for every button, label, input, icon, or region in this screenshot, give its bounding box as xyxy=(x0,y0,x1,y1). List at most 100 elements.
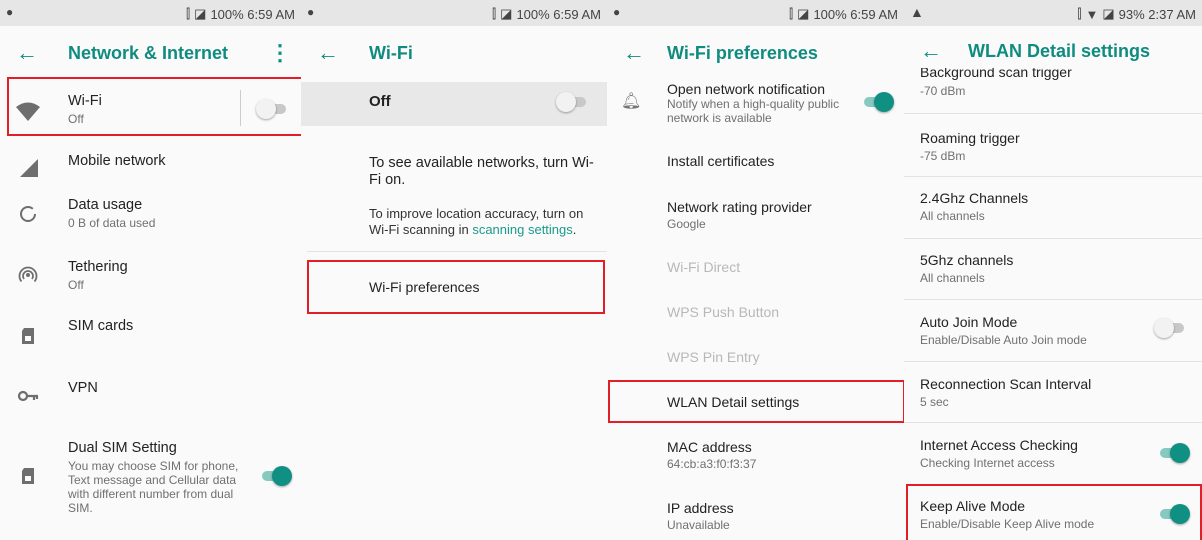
app-bar: ← Wi-Fi preferences xyxy=(607,26,904,82)
highlight-box xyxy=(608,380,904,423)
highlight-box xyxy=(307,260,605,314)
app-bar: ← WLAN Detail settings xyxy=(904,26,1202,68)
channels-5ghz-item[interactable]: 5Ghz channels All channels xyxy=(904,246,1202,296)
status-text: 100% 6:59 AM xyxy=(210,6,295,22)
auto-join-mode-label: Auto Join Mode xyxy=(920,314,1018,330)
notification-dot-icon: ● xyxy=(613,5,621,19)
internet-access-checking-label: Internet Access Checking xyxy=(920,437,1078,453)
app-bar: ← Network & Internet ⋮ xyxy=(0,26,301,82)
no-sim-icon: ◪ xyxy=(797,6,810,21)
status-text: 100% 6:59 AM xyxy=(813,6,898,22)
reconnection-scan-interval-label: Reconnection Scan Interval xyxy=(920,376,1092,392)
background-scan-trigger-label: Background scan trigger xyxy=(920,68,1072,80)
install-certificates-item[interactable]: Install certificates xyxy=(607,142,904,182)
vibrate-icon: ⫿ xyxy=(788,6,794,21)
wps-pin-entry-item: WPS Pin Entry xyxy=(607,340,904,380)
roaming-trigger-label: Roaming trigger xyxy=(920,130,1020,146)
ip-address-value: Unavailable xyxy=(667,518,730,532)
open-network-notification-toggle[interactable] xyxy=(860,92,894,112)
hotspot-icon xyxy=(18,266,38,283)
sim-cards-item[interactable]: SIM cards xyxy=(0,310,301,360)
reconnection-scan-interval-item[interactable]: Reconnection Scan Interval 5 sec xyxy=(904,370,1202,420)
divider xyxy=(904,176,1202,177)
no-sim-icon: ◪ xyxy=(194,6,207,21)
dual-sim-label: Dual SIM Setting xyxy=(68,440,177,456)
network-rating-provider-label: Network rating provider xyxy=(667,199,812,215)
open-network-notification-item[interactable]: 🔔︎ Open network notification Notify when… xyxy=(607,78,904,132)
highlight-box xyxy=(906,484,1202,540)
channels-5ghz-value: All channels xyxy=(920,271,985,285)
mobile-network-label: Mobile network xyxy=(68,153,166,169)
wifi-master-switch[interactable]: Off xyxy=(301,82,607,126)
notification-dot-icon: ● xyxy=(307,5,315,19)
data-usage-item[interactable]: Data usage 0 B of data used xyxy=(0,190,301,246)
wps-pin-entry-label: WPS Pin Entry xyxy=(667,349,760,365)
mobile-network-item[interactable]: Mobile network xyxy=(0,140,301,190)
data-usage-sub: 0 B of data used xyxy=(68,216,156,230)
auto-join-mode-item[interactable]: Auto Join Mode Enable/Disable Auto Join … xyxy=(904,308,1202,358)
roaming-trigger-item[interactable]: Roaming trigger -75 dBm xyxy=(904,123,1202,173)
back-arrow-icon[interactable]: ← xyxy=(16,40,38,66)
scanning-message: To improve location accuracy, turn on Wi… xyxy=(369,206,601,238)
status-text: 93% 2:37 AM xyxy=(1118,6,1196,22)
vpn-item[interactable]: VPN xyxy=(0,368,301,418)
sim-icon xyxy=(22,468,34,484)
open-network-notification-sub: Notify when a high-quality public networ… xyxy=(667,97,840,125)
no-sim-icon: ◪ xyxy=(1102,6,1115,21)
network-internet-screen: ● ⫿ ◪ 100% 6:59 AM ← Network & Internet … xyxy=(0,0,301,540)
auto-join-mode-toggle[interactable] xyxy=(1154,318,1188,338)
back-arrow-icon[interactable]: ← xyxy=(920,38,942,64)
page-title: Wi-Fi preferences xyxy=(667,43,818,63)
vibrate-icon: ⫿ xyxy=(1077,6,1082,21)
dual-sim-item[interactable]: Dual SIM Setting You may choose SIM for … xyxy=(0,434,301,524)
wifi-master-label: Off xyxy=(369,93,391,110)
status-bar: ● ⫿ ◪ 100% 6:59 AM xyxy=(607,0,904,26)
signal-icon xyxy=(20,159,38,177)
notification-dot-icon: ● xyxy=(6,5,14,19)
wifi-direct-label: Wi-Fi Direct xyxy=(667,259,741,275)
highlight-box xyxy=(7,77,301,136)
status-bar: ▲ ⫿ ▼ ◪ 93% 2:37 AM xyxy=(904,0,1202,26)
warning-icon: ▲ xyxy=(910,4,924,20)
wps-push-button-item: WPS Push Button xyxy=(607,295,904,335)
roaming-trigger-value: -75 dBm xyxy=(920,149,966,163)
internet-access-checking-item[interactable]: Internet Access Checking Checking Intern… xyxy=(904,431,1202,481)
divider xyxy=(904,113,1202,114)
status-bar: ● ⫿ ◪ 100% 6:59 AM xyxy=(301,0,607,26)
tethering-status: Off xyxy=(68,278,84,292)
wifi-status-icon: ▼ xyxy=(1085,6,1099,22)
channels-24ghz-label: 2.4Ghz Channels xyxy=(920,190,1029,206)
app-bar: ← Wi-Fi xyxy=(301,26,607,82)
no-sim-icon: ◪ xyxy=(500,6,513,21)
sim-icon xyxy=(22,328,34,344)
channels-24ghz-value: All channels xyxy=(920,209,985,223)
vibrate-icon: ⫿ xyxy=(491,6,497,21)
page-title: Network & Internet xyxy=(68,43,229,63)
vpn-label: VPN xyxy=(68,380,98,396)
overflow-menu-icon[interactable]: ⋮ xyxy=(269,40,291,66)
wifi-screen: ● ⫿ ◪ 100% 6:59 AM ← Wi-Fi Off To see av… xyxy=(301,0,607,540)
channels-24ghz-item[interactable]: 2.4Ghz Channels All channels xyxy=(904,184,1202,234)
wifi-notification-icon: 🔔︎ xyxy=(621,93,642,110)
back-arrow-icon[interactable]: ← xyxy=(623,40,645,66)
divider xyxy=(307,251,607,252)
divider xyxy=(904,361,1202,362)
internet-access-checking-toggle[interactable] xyxy=(1156,443,1190,463)
page-title: Wi-Fi xyxy=(369,43,413,63)
channels-5ghz-label: 5Ghz channels xyxy=(920,252,1014,268)
wifi-master-toggle[interactable] xyxy=(556,92,590,112)
network-rating-provider-item[interactable]: Network rating provider Google xyxy=(607,190,904,240)
back-arrow-icon[interactable]: ← xyxy=(317,40,339,66)
mac-address-value: 64:cb:a3:f0:f3:37 xyxy=(667,457,757,471)
divider xyxy=(904,238,1202,239)
dual-sim-toggle[interactable] xyxy=(258,466,292,486)
status-text: 100% 6:59 AM xyxy=(516,6,601,22)
tethering-item[interactable]: Tethering Off xyxy=(0,250,301,306)
ip-address-item: IP address Unavailable xyxy=(607,492,904,540)
background-scan-trigger-item[interactable]: Background scan trigger -70 dBm xyxy=(904,68,1202,112)
wifi-preferences-screen: ● ⫿ ◪ 100% 6:59 AM ← Wi-Fi preferences 🔔… xyxy=(607,0,904,540)
scanning-settings-link[interactable]: scanning settings xyxy=(472,222,572,237)
wlan-detail-settings-screen: ▲ ⫿ ▼ ◪ 93% 2:37 AM ← WLAN Detail settin… xyxy=(904,0,1202,540)
scanning-message-end: . xyxy=(572,222,577,237)
settings-list[interactable]: Background scan trigger -70 dBm Roaming … xyxy=(904,68,1202,540)
